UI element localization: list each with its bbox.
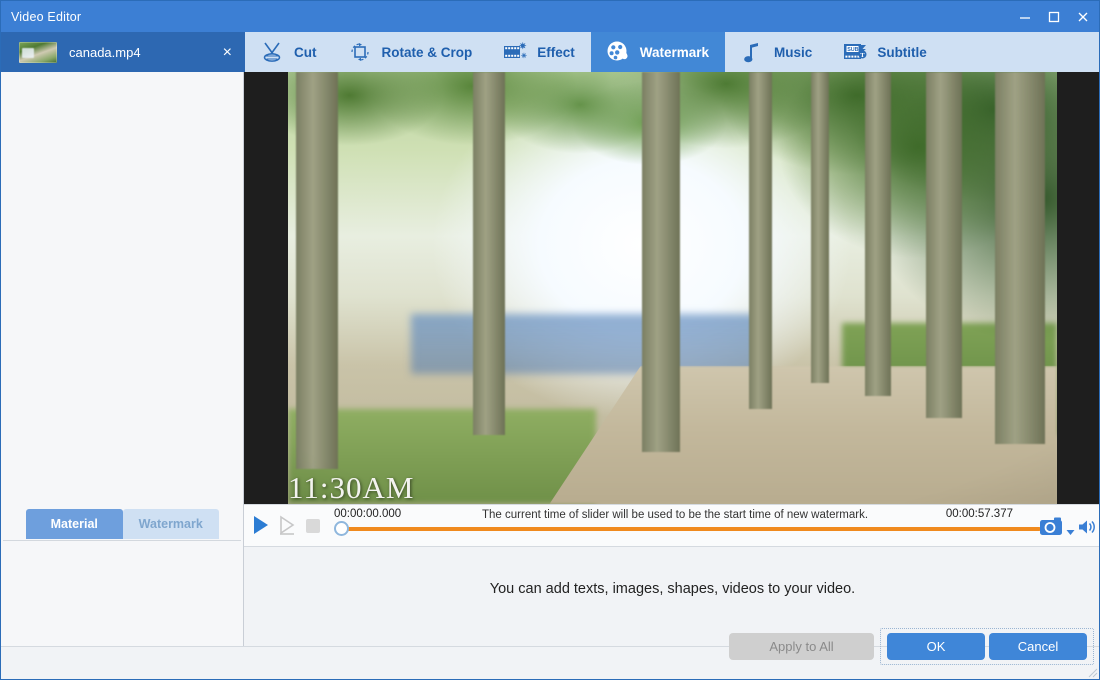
tab-material[interactable]: Material [26,509,123,539]
apply-to-all-button[interactable]: Apply to All [729,633,874,660]
close-icon[interactable] [1068,1,1097,32]
tab-material-label: Material [50,517,98,531]
maximize-icon[interactable] [1039,1,1068,32]
file-tab[interactable]: canada.mp4 × [1,32,244,72]
divider [3,540,241,541]
nav-item-label: Rotate & Crop [381,44,473,60]
file-tab-label: canada.mp4 [69,44,141,60]
video-preview[interactable]: 11:30AM NIZZA GARD T [244,72,1099,504]
tab-watermark[interactable]: Watermark [122,509,219,539]
nav-item-music[interactable]: Music [725,32,828,72]
nav-item-label: Music [774,44,813,60]
video-thumbnail [19,41,57,63]
scissors-icon [259,39,285,65]
action-bar: Apply to All OK Cancel [1,628,1099,679]
ok-button[interactable]: OK [887,633,985,660]
camera-icon[interactable] [1039,516,1065,542]
resize-grip[interactable] [1088,668,1098,678]
window-controls [1010,1,1099,32]
watermark-hint-text: The current time of slider will be used … [482,509,869,521]
close-icon[interactable]: × [223,44,232,62]
svg-text:✷: ✷ [519,41,527,51]
nav-item-label: Effect [537,44,575,60]
step-forward-icon[interactable] [279,515,297,540]
timeline-slider-handle[interactable] [334,521,349,536]
nav-item-cut[interactable]: Cut [245,32,333,72]
rotate-crop-icon [347,39,373,65]
subtitle-icon: SUB T [842,39,868,65]
minimize-icon[interactable] [1010,1,1039,32]
nav-item-label: Subtitle [877,44,927,60]
time-end-label: 00:00:57.377 [945,508,1013,520]
nav-item-rotate-crop[interactable]: Rotate & Crop [333,32,489,72]
svg-text:SUB: SUB [848,47,859,53]
nav-item-label: Watermark [639,44,710,60]
film-sparkle-icon: ✷ ✳ [502,39,528,65]
material-list[interactable] [1,72,243,505]
timeline-track[interactable] [338,527,1041,531]
caret-down-icon[interactable] [1066,523,1075,541]
nav-item-label: Cut [294,44,317,60]
svg-text:✳: ✳ [521,52,527,60]
cancel-button[interactable]: Cancel [989,633,1087,660]
top-nav: Cut Rotate & Crop ✷ ✳ Effect Watermark M… [244,32,1099,72]
video-editor-window: Video Editor canada.mp4 × Cut Rotate & C… [0,0,1100,680]
tab-watermark-label: Watermark [138,517,203,531]
video-frame [288,72,1057,504]
time-start-label: 00:00:00.000 [334,508,402,520]
left-panel-tabs: Material Watermark [26,509,219,539]
svg-text:T: T [861,52,866,59]
nav-item-watermark[interactable]: Watermark [590,32,726,72]
volume-icon[interactable] [1077,518,1097,541]
nav-item-subtitle[interactable]: SUB T Subtitle [828,32,943,72]
transport-bar: 00:00:00.000 The current time of slider … [244,504,1099,547]
left-panel: Material Watermark RENE.E Laboratory [1,72,244,646]
title-bar: Video Editor [1,1,1099,32]
window-title: Video Editor [11,9,82,24]
stop-icon[interactable] [306,519,320,533]
info-message: You can add texts, images, shapes, video… [489,581,856,597]
music-note-icon [739,39,765,65]
tab-strip: canada.mp4 × Cut Rotate & Crop ✷ ✳ Effec… [1,32,1099,72]
nav-item-effect[interactable]: ✷ ✳ Effect [488,32,591,72]
watermark-film-drop-icon [605,39,631,65]
play-icon[interactable] [252,515,270,540]
